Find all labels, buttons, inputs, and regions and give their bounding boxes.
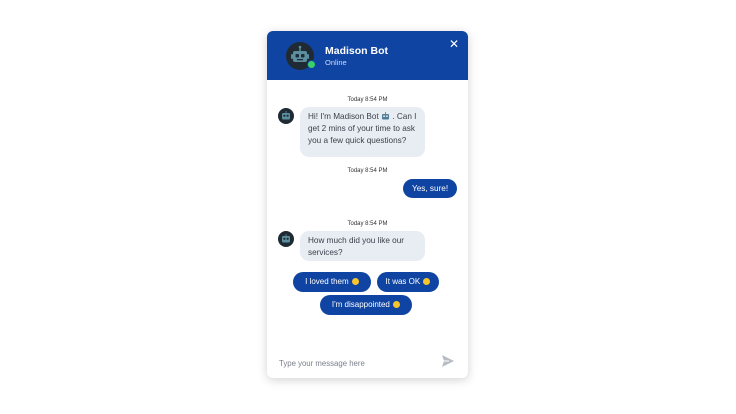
quick-reply-it-was-ok[interactable]: It was OK	[377, 272, 439, 292]
quick-reply-label: It was OK	[385, 277, 421, 286]
bot-message-text: Hi! I'm Madison Bot	[308, 112, 379, 121]
quick-reply-label: I'm disappointed	[331, 300, 390, 309]
heart-eyes-emoji-icon	[351, 278, 359, 285]
message-timestamp: Today 8:54 PM	[347, 221, 388, 227]
chat-header: Madison Bot Online ✕	[267, 31, 468, 80]
robot-icon	[282, 234, 290, 243]
bot-message-bubble: Hi! I'm Madison Bot . Can I get 2 mins o…	[300, 107, 425, 157]
quick-reply-label: I loved them	[305, 277, 349, 286]
slight-smile-emoji-icon	[423, 278, 431, 285]
bot-message-bubble: How much did you like our services?	[300, 231, 425, 261]
user-message-bubble: Yes, sure!	[403, 179, 458, 198]
message-composer	[267, 349, 468, 378]
disappointed-emoji-icon	[393, 301, 401, 308]
robot-icon	[282, 111, 290, 120]
quick-reply-loved-them[interactable]: I loved them	[293, 272, 371, 292]
online-indicator	[307, 60, 316, 69]
close-icon[interactable]: ✕	[447, 37, 461, 51]
robot-icon	[381, 112, 390, 120]
message-timestamp: Today 8:54 PM	[347, 97, 388, 103]
bot-message-avatar	[278, 108, 294, 124]
bot-status: Online	[325, 58, 347, 67]
bot-message-avatar	[278, 231, 294, 247]
bot-name: Madison Bot	[325, 45, 388, 57]
message-input[interactable]	[277, 353, 431, 373]
send-icon[interactable]	[441, 354, 455, 368]
chat-widget: Madison Bot Online ✕ Today 8:54 PM Hi! I…	[267, 31, 468, 378]
message-timestamp: Today 8:54 PM	[347, 168, 388, 174]
quick-reply-disappointed[interactable]: I'm disappointed	[320, 295, 412, 315]
